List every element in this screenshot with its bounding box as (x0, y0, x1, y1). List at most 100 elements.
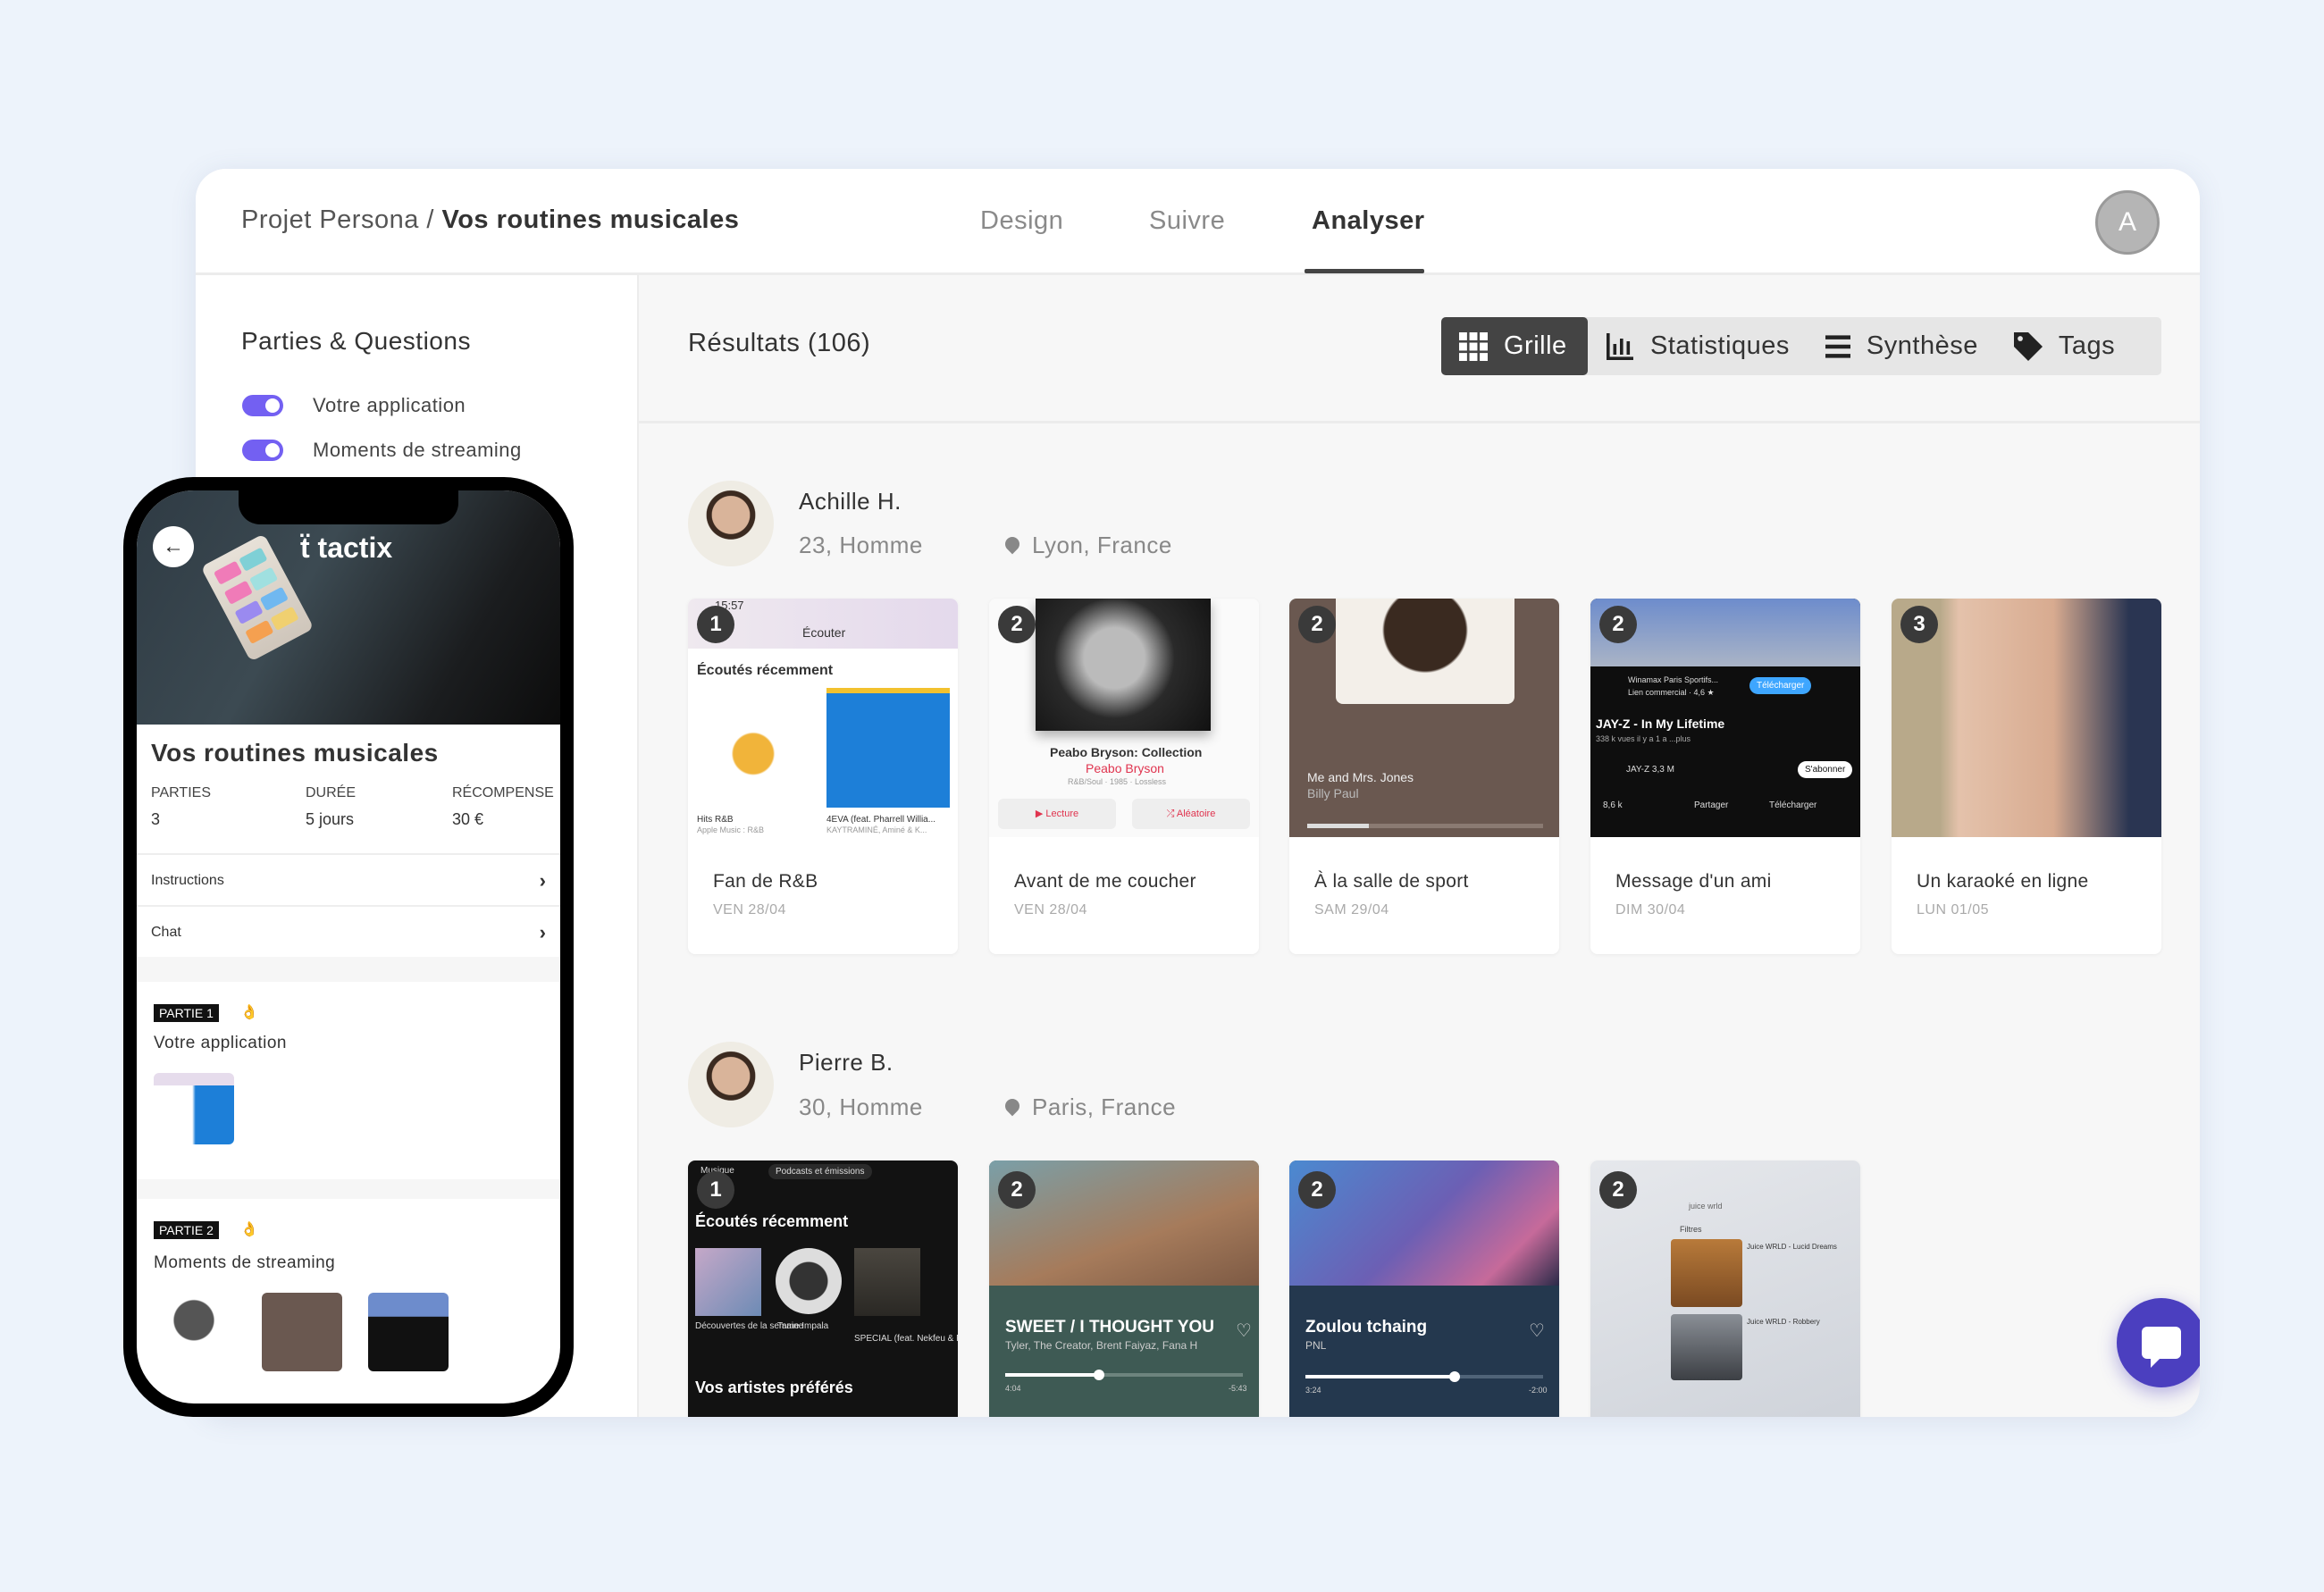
part-title: Votre application (154, 1034, 287, 1052)
shot-text: 338 k vues il y a 1 a ...plus (1596, 734, 1691, 743)
response-card[interactable]: juice wrld Filtres Juice WRLD - Lucid Dr… (1590, 1160, 1860, 1417)
participant-avatar (688, 1042, 774, 1127)
tab-suivre[interactable]: Suivre (1149, 206, 1225, 236)
location-pin-icon (1002, 1095, 1023, 1117)
shot-text: 3:24 (1305, 1386, 1321, 1395)
card-title: Avant de me coucher (1014, 871, 1196, 892)
view-grille-button[interactable]: Grille (1441, 317, 1588, 375)
shot-text: Partager (1694, 800, 1729, 810)
shot-text: JAY-Z 3,3 M (1626, 765, 1674, 775)
answer-thumbnail[interactable] (154, 1073, 234, 1144)
ok-hand-emoji: 👌 (240, 1222, 258, 1237)
shot-text: Télécharger (1769, 800, 1817, 810)
shot-text: -5:43 (1229, 1384, 1247, 1393)
response-card[interactable]: SWEET / I THOUGHT YOU Tyler, The Creator… (989, 1160, 1259, 1417)
sidebar-item-votre-application[interactable]: Votre application (313, 394, 466, 417)
section-divider (137, 957, 560, 982)
toggle-votre-application[interactable] (242, 395, 283, 416)
step-badge: 2 (1599, 1171, 1637, 1209)
answer-thumbnail[interactable] (262, 1293, 342, 1371)
playback-progress (1305, 1371, 1543, 1382)
shot-text: JAY-Z - In My Lifetime (1596, 716, 1725, 731)
phone-notch (239, 490, 458, 524)
stat-label: PARTIES (151, 785, 211, 800)
response-card[interactable]: 3 Un karaoké en ligne LUN 01/05 (1892, 599, 2161, 954)
response-card[interactable]: Winamax Paris Sportifs... Lien commercia… (1590, 599, 1860, 954)
response-card[interactable]: Musique Podcasts et émissions Écoutés ré… (688, 1160, 958, 1417)
step-badge: 2 (1298, 606, 1336, 643)
shot-text: Hits R&B (697, 815, 734, 825)
participant-location: Lyon, France (1002, 532, 1172, 559)
answer-thumbnail[interactable] (154, 1293, 234, 1371)
card-title: À la salle de sport (1314, 871, 1469, 892)
shot-text: PNL (1305, 1339, 1327, 1352)
row-label: Instructions (151, 873, 224, 888)
part-badge: PARTIE 2 (154, 1221, 219, 1239)
step-badge: 2 (1599, 606, 1637, 643)
step-badge: 3 (1900, 606, 1938, 643)
tactix-logo: ẗ tactix (300, 532, 393, 564)
response-card[interactable]: Peabo Bryson: Collection Peabo Bryson R&… (989, 599, 1259, 954)
part-title: Moments de streaming (154, 1253, 336, 1272)
chevron-right-icon: › (539, 869, 546, 892)
instructions-row[interactable]: Instructions › (137, 853, 560, 905)
shot-text: S'abonner (1798, 761, 1853, 778)
playback-progress (1005, 1370, 1243, 1380)
back-arrow-icon[interactable]: ← (153, 526, 194, 567)
response-card[interactable]: 15:57 Écouter Écoutés récemment Hits R&B… (688, 599, 958, 954)
shot-text: juice wrld (1689, 1202, 1723, 1211)
step-badge: 1 (697, 606, 734, 643)
participant-age-gender: 30, Homme (799, 1093, 923, 1120)
shot-text: Vos artistes préférés (695, 1378, 853, 1396)
tab-design[interactable]: Design (980, 206, 1063, 236)
breadcrumb-current: Vos routines musicales (441, 205, 740, 234)
view-synthese-button[interactable]: Synthèse (1808, 317, 1996, 375)
section-divider (137, 1179, 560, 1199)
stat-label: DURÉE (306, 785, 357, 800)
sidebar-title: Parties & Questions (241, 327, 471, 355)
location-text: Paris, France (1032, 1093, 1177, 1120)
response-card[interactable]: Zoulou tchaing PNL ♡ 3:24 -2:00 2 (1289, 1160, 1559, 1417)
shot-text: 8,6 k (1603, 800, 1623, 810)
card-title: Fan de R&B (713, 871, 818, 892)
tab-analyser[interactable]: Analyser (1312, 206, 1425, 236)
shot-text: KAYTRAMINÉ, Aminé & K... (826, 825, 927, 834)
play-button: ▶ Lecture (998, 799, 1116, 829)
hero-image (137, 490, 560, 725)
shot-text: 4:04 (1005, 1384, 1021, 1393)
view-synthese-label: Synthèse (1866, 331, 1978, 360)
shot-text: Filtres (1680, 1225, 1702, 1234)
user-avatar[interactable]: A (2095, 190, 2160, 255)
ok-hand-emoji: 👌 (240, 1005, 258, 1020)
toggle-moments-de-streaming[interactable] (242, 440, 283, 461)
shot-text: Tyler, The Creator, Brent Faiyaz, Fana H (1005, 1339, 1198, 1352)
view-grille-label: Grille (1504, 331, 1567, 360)
participant-age-gender: 23, Homme (799, 532, 923, 558)
shot-text: Billy Paul (1307, 786, 1359, 800)
participant-name: Achille H. (799, 488, 902, 515)
shot-text: Peabo Bryson: Collection (1050, 745, 1203, 759)
chat-row[interactable]: Chat › (137, 905, 560, 957)
heart-icon: ♡ (1529, 1321, 1545, 1341)
chat-button[interactable] (2117, 1298, 2200, 1387)
sidebar-item-moments-de-streaming[interactable]: Moments de streaming (313, 439, 522, 462)
results-toolbar: Résultats (106) Grille Statistiques Synt… (639, 275, 2200, 423)
answer-thumbnail[interactable] (368, 1293, 449, 1371)
step-badge: 2 (998, 1171, 1036, 1209)
view-switcher: Grille Statistiques Synthèse Tags (1441, 317, 2161, 375)
step-badge: 2 (998, 606, 1036, 643)
view-tags-button[interactable]: Tags (1996, 317, 2133, 375)
view-statistiques-button[interactable]: Statistiques (1588, 317, 1808, 375)
shot-text: Tame Impala (777, 1321, 829, 1331)
active-tab-indicator (1305, 269, 1424, 273)
response-card[interactable]: Me and Mrs. Jones Billy Paul 2 À la sall… (1289, 599, 1559, 954)
location-text: Lyon, France (1032, 532, 1172, 558)
shot-text: Zoulou tchaing (1305, 1318, 1428, 1336)
step-badge: 2 (1298, 1171, 1336, 1209)
shot-text: Écouter (802, 625, 846, 640)
stat-value: 3 (151, 810, 161, 828)
breadcrumb-project[interactable]: Projet Persona / (241, 205, 434, 234)
logo-text: tactix (317, 532, 393, 564)
chevron-right-icon: › (539, 921, 546, 943)
shot-text: Écoutés récemment (697, 663, 834, 678)
